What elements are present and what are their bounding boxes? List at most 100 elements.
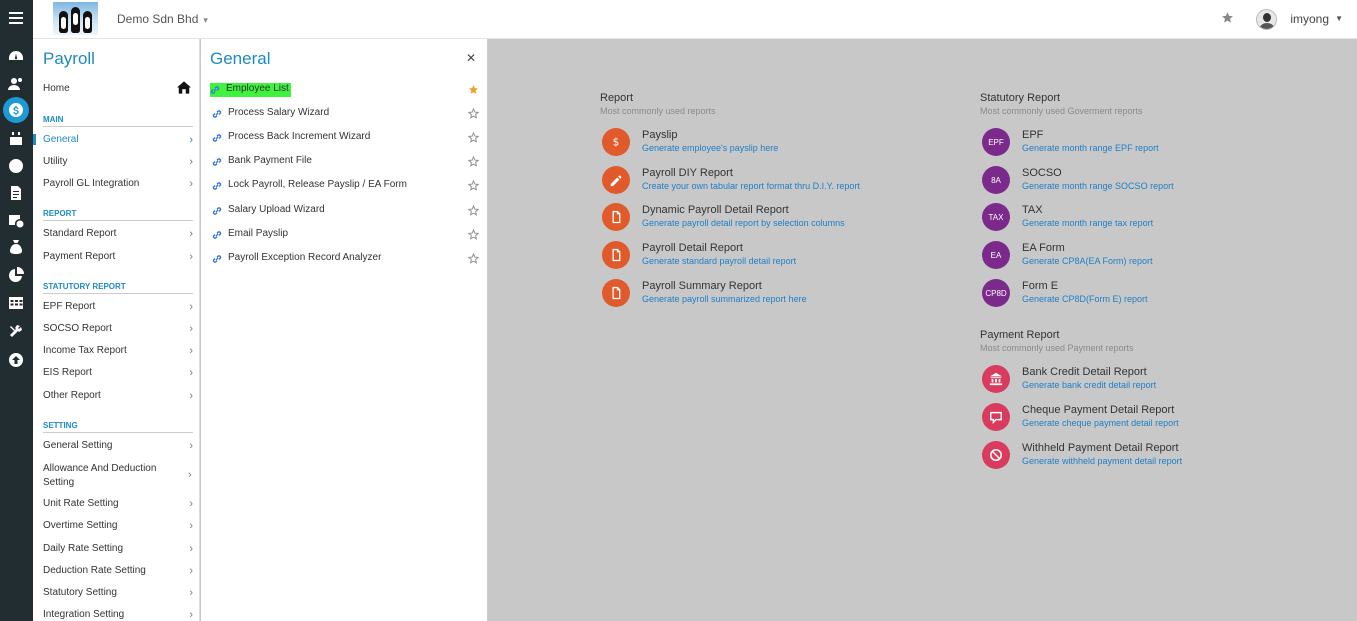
tools-icon[interactable] — [7, 322, 25, 340]
statutory-item[interactable]: CP8D Form E Generate CP8D(Form E) report — [981, 279, 1311, 309]
menu-item-other-report[interactable]: Other Report › — [33, 390, 193, 402]
menu-item-label: General Setting — [43, 440, 113, 451]
menu-item-label: Home — [43, 83, 70, 94]
payment-item-title[interactable]: Cheque Payment Detail Report — [1022, 404, 1174, 416]
general-item[interactable]: Lock Payroll, Release Payslip / EA Form — [212, 179, 478, 193]
statutory-item-description-link[interactable]: Generate month range EPF report — [1022, 143, 1159, 153]
user-avatar[interactable] — [1256, 9, 1277, 30]
star-outline-icon[interactable] — [468, 108, 479, 119]
pie-chart-icon[interactable] — [7, 266, 25, 284]
statutory-item-description-link[interactable]: Generate month range tax report — [1022, 218, 1153, 228]
document-icon — [602, 203, 630, 231]
report-item-title[interactable]: Payslip — [642, 129, 677, 141]
user-group-icon[interactable] — [7, 75, 25, 93]
payment-item[interactable]: Cheque Payment Detail Report Generate che… — [981, 403, 1311, 433]
star-outline-icon[interactable] — [468, 156, 479, 167]
statutory-item-title[interactable]: EA Form — [1022, 242, 1065, 254]
calendar-icon[interactable] — [7, 130, 25, 148]
report-item[interactable]: Payroll Detail Report Generate standard p… — [601, 241, 931, 271]
menu-item-unit-rate-setting[interactable]: Unit Rate Setting › — [33, 498, 193, 510]
statutory-item-description-link[interactable]: Generate CP8D(Form E) report — [1022, 294, 1148, 304]
statutory-item[interactable]: EA EA Form Generate CP8A(EA Form) report — [981, 241, 1311, 271]
general-item[interactable]: Payroll Exception Record Analyzer — [212, 252, 478, 266]
payment-item-description-link[interactable]: Generate bank credit detail report — [1022, 380, 1156, 390]
payment-item-description-link[interactable]: Generate cheque payment detail report — [1022, 418, 1179, 428]
menu-item-general[interactable]: General › — [33, 134, 193, 146]
chevron-right-icon: › — [189, 440, 193, 452]
close-icon[interactable]: ✕ — [466, 51, 476, 65]
dashboard-icon[interactable] — [7, 48, 25, 66]
general-item[interactable]: Process Salary Wizard — [212, 107, 478, 121]
chevron-right-icon[interactable]: › — [188, 469, 194, 481]
company-selector[interactable]: Demo Sdn Bhd ▾ — [117, 12, 208, 26]
menu-item-utility[interactable]: Utility › — [33, 156, 193, 168]
hamburger-menu-icon[interactable] — [9, 12, 23, 24]
general-item[interactable]: Employee List — [210, 83, 291, 97]
menu-item-payroll-gl-integration[interactable]: Payroll GL Integration › — [33, 178, 193, 190]
general-item[interactable]: Process Back Increment Wizard — [212, 131, 478, 145]
menu-item-home[interactable]: Home — [33, 83, 193, 94]
chevron-down-icon[interactable]: ▼ — [1335, 14, 1343, 23]
report-item-description-link[interactable]: Generate standard payroll detail report — [642, 256, 796, 266]
company-logo[interactable] — [53, 2, 98, 35]
upload-icon[interactable] — [7, 351, 25, 369]
report-item-description-link[interactable]: Generate employee's payslip here — [642, 143, 778, 153]
menu-item-daily-rate-setting[interactable]: Daily Rate Setting › — [33, 543, 193, 555]
menu-item-overtime-setting[interactable]: Overtime Setting › — [33, 520, 193, 532]
star-outline-icon[interactable] — [468, 132, 479, 143]
menu-item-statutory-setting[interactable]: Statutory Setting › — [33, 587, 193, 599]
star-outline-icon[interactable] — [468, 205, 479, 216]
menu-item-allowance-deduction-setting[interactable]: Allowance And Deduction Setting — [33, 462, 163, 490]
table-icon[interactable] — [7, 294, 25, 312]
menu-item-integration-setting[interactable]: Integration Setting › — [33, 609, 193, 621]
statutory-item[interactable]: EPF EPF Generate month range EPF report — [981, 128, 1311, 158]
menu-item-standard-report[interactable]: Standard Report › — [33, 228, 193, 240]
payment-item[interactable]: Bank Credit Detail Report Generate bank c… — [981, 365, 1311, 395]
report-item-description-link[interactable]: Create your own tabular report format th… — [642, 181, 860, 191]
money-bag-icon[interactable] — [7, 238, 25, 256]
report-item-description-link[interactable]: Generate payroll summarized report here — [642, 294, 807, 304]
report-item-title[interactable]: Payroll DIY Report — [642, 167, 733, 179]
report-item[interactable]: Payroll DIY Report Create your own tabula… — [601, 166, 931, 196]
star-outline-icon[interactable] — [468, 253, 479, 264]
report-item-title[interactable]: Dynamic Payroll Detail Report — [642, 204, 789, 216]
payment-item-title[interactable]: Bank Credit Detail Report — [1022, 366, 1147, 378]
menu-item-socso-report[interactable]: SOCSO Report › — [33, 323, 193, 335]
statutory-item-title[interactable]: Form E — [1022, 280, 1058, 292]
statutory-item[interactable]: 8A SOCSO Generate month range SOCSO report — [981, 166, 1311, 196]
general-item[interactable]: Bank Payment File — [212, 155, 478, 169]
report-item[interactable]: Dynamic Payroll Detail Report Generate pa… — [601, 203, 931, 233]
menu-item-eis-report[interactable]: EIS Report › — [33, 367, 193, 379]
clock-icon[interactable] — [7, 157, 25, 175]
statutory-item-title[interactable]: TAX — [1022, 204, 1043, 216]
statutory-item-title[interactable]: SOCSO — [1022, 167, 1062, 179]
report-item-title[interactable]: Payroll Summary Report — [642, 280, 762, 292]
username[interactable]: imyong — [1290, 12, 1329, 26]
menu-item-income-tax-report[interactable]: Income Tax Report › — [33, 345, 193, 357]
general-item[interactable]: Salary Upload Wizard — [212, 204, 478, 218]
star-outline-icon[interactable] — [468, 180, 479, 191]
statutory-item-description-link[interactable]: Generate month range SOCSO report — [1022, 181, 1174, 191]
report-item[interactable]: $ Payslip Generate employee's payslip here — [601, 128, 931, 158]
report-item[interactable]: Payroll Summary Report Generate payroll s… — [601, 279, 931, 309]
star-outline-icon[interactable] — [468, 229, 479, 240]
payment-item[interactable]: Withheld Payment Detail Report Generate w… — [981, 441, 1311, 471]
menu-item-payment-report[interactable]: Payment Report › — [33, 251, 193, 263]
star-filled-icon[interactable] — [468, 84, 479, 95]
menu-item-general-setting[interactable]: General Setting › — [33, 440, 193, 452]
document-icon[interactable] — [7, 184, 25, 202]
menu-item-deduction-rate-setting[interactable]: Deduction Rate Setting › — [33, 565, 193, 577]
badge-icon: EPF — [982, 128, 1010, 156]
statutory-item-title[interactable]: EPF — [1022, 129, 1043, 141]
general-item[interactable]: Email Payslip — [212, 228, 478, 242]
report-item-title[interactable]: Payroll Detail Report — [642, 242, 743, 254]
menu-item-epf-report[interactable]: EPF Report › — [33, 301, 193, 313]
statutory-item[interactable]: TAX TAX Generate month range tax report — [981, 203, 1311, 233]
payroll-icon[interactable] — [3, 97, 29, 123]
report-item-description-link[interactable]: Generate payroll detail report by select… — [642, 218, 845, 228]
payment-item-title[interactable]: Withheld Payment Detail Report — [1022, 442, 1179, 454]
favorites-star-icon[interactable] — [1221, 11, 1234, 24]
calendar-clock-icon[interactable] — [7, 211, 25, 229]
statutory-item-description-link[interactable]: Generate CP8A(EA Form) report — [1022, 256, 1153, 266]
payment-item-description-link[interactable]: Generate withheld payment detail report — [1022, 456, 1182, 466]
